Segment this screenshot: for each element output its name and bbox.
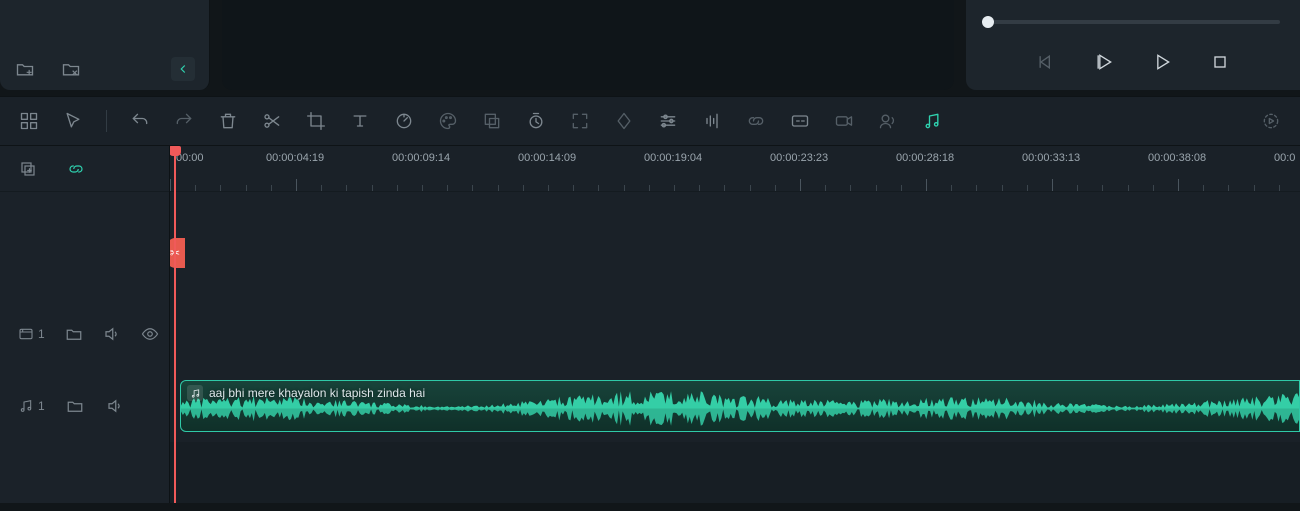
play-button[interactable] (1092, 50, 1116, 74)
ruler-label: 00:00:09:14 (392, 152, 450, 164)
delete-button[interactable] (215, 108, 241, 134)
layout-grid-button[interactable] (16, 108, 42, 134)
select-tool-button[interactable] (60, 108, 86, 134)
ruler-label: 00:00:04:19 (266, 152, 324, 164)
keyframe-button[interactable] (611, 108, 637, 134)
link-tracks-button[interactable] (66, 159, 86, 179)
render-button[interactable] (1258, 108, 1284, 134)
speed-button[interactable] (391, 108, 417, 134)
collapse-panel-button[interactable] (171, 57, 195, 81)
ruler-label: 00:00:23:23 (770, 152, 828, 164)
remove-folder-icon[interactable] (60, 58, 82, 80)
audio-tool-button[interactable] (919, 108, 945, 134)
color-button[interactable] (435, 108, 461, 134)
playhead[interactable] (174, 146, 176, 503)
split-button[interactable] (259, 108, 285, 134)
audio-track-header: 1 (0, 370, 169, 442)
video-track-header: 1 (0, 298, 169, 370)
music-note-icon (187, 385, 203, 401)
video-visibility-icon[interactable] (141, 324, 159, 344)
audio-mute-icon[interactable] (105, 396, 125, 416)
add-folder-icon[interactable] (14, 58, 36, 80)
adjust-button[interactable] (655, 108, 681, 134)
timer-button[interactable] (523, 108, 549, 134)
audio-adjust-button[interactable] (699, 108, 725, 134)
add-track-button[interactable] (18, 159, 38, 179)
caption-button[interactable] (787, 108, 813, 134)
ruler-label: 00:00:14:09 (518, 152, 576, 164)
ruler-label: 00:0 (1274, 152, 1295, 164)
video-track[interactable] (170, 298, 1300, 370)
ruler-label: 00:00:28:18 (896, 152, 954, 164)
link-button[interactable] (743, 108, 769, 134)
player-scrubber[interactable] (986, 12, 1280, 32)
fit-button[interactable] (567, 108, 593, 134)
overlay-button[interactable] (479, 108, 505, 134)
audio-track-label: 1 (18, 398, 45, 414)
stop-button[interactable] (1208, 50, 1232, 74)
preview-panel (222, 0, 954, 90)
text-button[interactable] (347, 108, 373, 134)
player-panel (966, 0, 1300, 90)
redo-button (171, 108, 197, 134)
ruler-label: 00:00:19:04 (644, 152, 702, 164)
video-track-index: 1 (38, 327, 45, 341)
video-track-label: 1 (18, 326, 45, 342)
video-lock-icon[interactable] (65, 324, 83, 344)
audio-track-index: 1 (38, 399, 45, 413)
video-mute-icon[interactable] (103, 324, 121, 344)
media-bin-panel (0, 0, 210, 90)
tracks-area[interactable]: 00:0000:00:04:1900:00:09:1400:00:14:0900… (170, 146, 1300, 503)
record-button[interactable] (831, 108, 857, 134)
crop-button[interactable] (303, 108, 329, 134)
voice-button[interactable] (875, 108, 901, 134)
cut-marker[interactable]: ✂ (170, 238, 185, 268)
audio-lock-icon[interactable] (65, 396, 85, 416)
undo-button[interactable] (127, 108, 153, 134)
timeline-toolbar (0, 96, 1300, 146)
time-ruler[interactable]: 00:0000:00:04:1900:00:09:1400:00:14:0900… (170, 146, 1300, 192)
audio-clip-title: aaj bhi mere khayalon ki tapish zinda ha… (209, 386, 425, 400)
timeline: 1 1 00:0000:00:04:1900:00:09:1400:00:14:… (0, 146, 1300, 503)
ruler-label: 00:00:33:13 (1022, 152, 1080, 164)
audio-clip[interactable]: aaj bhi mere khayalon ki tapish zinda ha… (180, 380, 1300, 432)
prev-frame-button[interactable] (1034, 50, 1058, 74)
next-frame-button[interactable] (1150, 50, 1174, 74)
audio-track[interactable]: aaj bhi mere khayalon ki tapish zinda ha… (170, 370, 1300, 442)
track-gutter: 1 1 (0, 146, 170, 503)
ruler-label: 00:00:38:08 (1148, 152, 1206, 164)
